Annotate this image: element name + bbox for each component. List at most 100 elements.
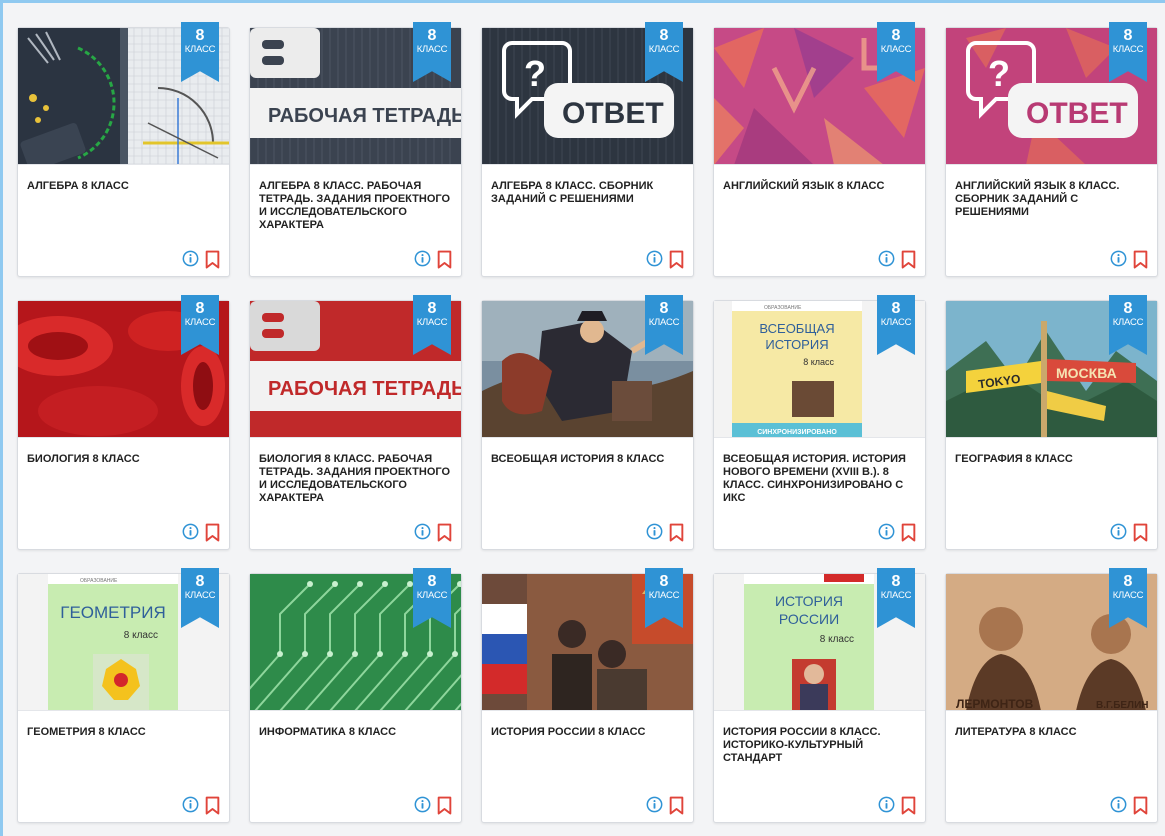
course-title[interactable]: АЛГЕБРА 8 КЛАСС. СБОРНИК ЗАДАНИЙ С РЕШЕН… xyxy=(491,180,687,206)
cover-text: ЛЕРМОНТОВ xyxy=(956,697,1034,711)
card-actions xyxy=(646,250,685,269)
grade-badge-number: 8 xyxy=(195,27,205,44)
cover-text: ОТВЕТ xyxy=(1026,97,1128,130)
course-grid: 8 КЛАСС АЛГЕБРА 8 КЛАСС РАБОЧАЯ ТЕТРАДЬ 8К… xyxy=(17,22,1158,823)
grade-badge-label: КЛАСС xyxy=(648,317,680,328)
bookmark-icon[interactable] xyxy=(1132,523,1149,542)
bookmark-icon[interactable] xyxy=(900,796,917,815)
course-card[interactable]: 8 КЛАСС ВСЕОБЩАЯ ИСТОРИЯ 8 КЛАСС xyxy=(481,295,694,550)
bookmark-icon[interactable] xyxy=(204,250,221,269)
grade-badge-label: КЛАСС xyxy=(1112,590,1144,601)
course-card[interactable]: 8 КЛАСС БИОЛОГИЯ 8 КЛАСС xyxy=(17,295,230,550)
bookmark-icon[interactable] xyxy=(668,250,685,269)
info-icon[interactable] xyxy=(646,796,663,814)
grade-badge-number: 8 xyxy=(891,300,901,317)
info-icon[interactable] xyxy=(182,523,199,541)
svg-text:МОСКВА: МОСКВА xyxy=(1056,365,1117,381)
info-icon[interactable] xyxy=(414,250,431,268)
card-actions xyxy=(1110,796,1149,815)
course-title[interactable]: АНГЛИЙСКИЙ ЯЗЫК 8 КЛАСС. СБОРНИК ЗАДАНИЙ… xyxy=(955,180,1151,219)
course-card[interactable]: ИСТОРИЯ РОССИИ 8 класс 8 КЛАСС ИСТОРИЯ РОС… xyxy=(713,568,926,823)
course-card[interactable]: РАБОЧАЯ ТЕТРАДЬ 8 КЛАСС АЛГЕБРА 8 КЛАСС. Р… xyxy=(249,22,462,277)
bookmark-icon[interactable] xyxy=(436,523,453,542)
info-icon[interactable] xyxy=(878,523,895,541)
grade-badge-number: 8 xyxy=(195,573,205,590)
card-actions xyxy=(414,250,453,269)
bookmark-icon[interactable] xyxy=(1132,250,1149,269)
grade-badge-number: 8 xyxy=(1123,27,1133,44)
course-title[interactable]: ВСЕОБЩАЯ ИСТОРИЯ 8 КЛАСС xyxy=(491,453,687,466)
course-title[interactable]: БИОЛОГИЯ 8 КЛАСС. РАБОЧАЯ ТЕТРАДЬ. ЗАДАН… xyxy=(259,453,455,505)
course-card[interactable]: 8 КЛАСС АЛГЕБРА 8 КЛАСС xyxy=(17,22,230,277)
info-icon[interactable] xyxy=(646,250,663,268)
cover-text: ИСТОРИЯ xyxy=(775,593,843,609)
cover-text: ОТВЕТ xyxy=(562,97,664,130)
svg-text:СИНХРОНИЗИРОВАНО: СИНХРОНИЗИРОВАНО xyxy=(757,429,837,436)
grade-badge-number: 8 xyxy=(659,573,669,590)
course-title[interactable]: ИСТОРИЯ РОССИИ 8 КЛАСС xyxy=(491,726,687,739)
svg-text:8 класс: 8 класс xyxy=(803,357,834,367)
course-title[interactable]: ИНФОРМАТИКА 8 КЛАСС xyxy=(259,726,455,739)
bookmark-icon[interactable] xyxy=(900,250,917,269)
grade-badge-label: КЛАСС xyxy=(184,317,216,328)
course-card[interactable]: ЛЕРМОНТОВ В.Г.БЕЛИН 8 КЛАСС ЛИТЕРАТУРА 8 К… xyxy=(945,568,1158,823)
grade-badge-label: КЛАСС xyxy=(880,590,912,601)
info-icon[interactable] xyxy=(1110,250,1127,268)
card-actions xyxy=(414,796,453,815)
info-icon[interactable] xyxy=(646,523,663,541)
course-title[interactable]: ГЕОГРАФИЯ 8 КЛАСС xyxy=(955,453,1151,466)
info-icon[interactable] xyxy=(182,796,199,814)
cover-text: РАБОЧАЯ ТЕТРАДЬ xyxy=(268,378,461,400)
card-actions xyxy=(646,796,685,815)
course-title[interactable]: ГЕОМЕТРИЯ 8 КЛАСС xyxy=(27,726,223,739)
course-card[interactable]: ? ОТВЕТ 8 КЛАСС АНГЛИЙСКИЙ ЯЗЫК 8 КЛАСС. С… xyxy=(945,22,1158,277)
grade-badge-number: 8 xyxy=(1123,573,1133,590)
course-title[interactable]: ЛИТЕРАТУРА 8 КЛАСС xyxy=(955,726,1151,739)
bookmark-icon[interactable] xyxy=(668,523,685,542)
course-title[interactable]: АЛГЕБРА 8 КЛАСС. РАБОЧАЯ ТЕТРАДЬ. ЗАДАНИ… xyxy=(259,180,455,232)
bookmark-icon[interactable] xyxy=(436,250,453,269)
grade-badge-number: 8 xyxy=(891,573,901,590)
course-title[interactable]: ВСЕОБЩАЯ ИСТОРИЯ. ИСТОРИЯ НОВОГО ВРЕМЕНИ… xyxy=(723,453,919,505)
course-card[interactable]: 8 КЛАСС ИНФОРМАТИКА 8 КЛАСС xyxy=(249,568,462,823)
course-card[interactable]: 8 КЛАСС АНГЛИЙСКИЙ ЯЗЫК 8 КЛАСС xyxy=(713,22,926,277)
bookmark-icon[interactable] xyxy=(204,796,221,815)
course-card[interactable]: ? ОТВЕТ 8 КЛАСС АЛГЕБРА 8 КЛАСС. СБОРНИК З… xyxy=(481,22,694,277)
card-actions xyxy=(1110,523,1149,542)
card-actions xyxy=(1110,250,1149,269)
grade-badge-number: 8 xyxy=(891,27,901,44)
bookmark-icon[interactable] xyxy=(436,796,453,815)
course-card[interactable]: ОБРАЗОВАНИЕ ВСЕОБЩАЯ ИСТОРИЯ 8 класс СИН… xyxy=(713,295,926,550)
grade-badge-number: 8 xyxy=(427,27,437,44)
grade-badge-label: КЛАСС xyxy=(648,44,680,55)
card-actions xyxy=(878,250,917,269)
info-icon[interactable] xyxy=(414,523,431,541)
info-icon[interactable] xyxy=(414,796,431,814)
bookmark-icon[interactable] xyxy=(668,796,685,815)
card-actions xyxy=(182,523,221,542)
grade-badge-label: КЛАСС xyxy=(1112,44,1144,55)
grade-badge-number: 8 xyxy=(195,300,205,317)
card-actions xyxy=(182,796,221,815)
course-title[interactable]: БИОЛОГИЯ 8 КЛАСС xyxy=(27,453,223,466)
course-card[interactable]: TOKYO МОСКВА 8 КЛАСС ГЕОГРАФИЯ 8 КЛАСС xyxy=(945,295,1158,550)
course-title[interactable]: АНГЛИЙСКИЙ ЯЗЫК 8 КЛАСС xyxy=(723,180,919,193)
course-card[interactable]: 8 КЛАСС ИСТОРИЯ РОССИИ 8 КЛАСС xyxy=(481,568,694,823)
course-title[interactable]: АЛГЕБРА 8 КЛАСС xyxy=(27,180,223,193)
info-icon[interactable] xyxy=(878,250,895,268)
bookmark-icon[interactable] xyxy=(900,523,917,542)
info-icon[interactable] xyxy=(878,796,895,814)
course-title[interactable]: ИСТОРИЯ РОССИИ 8 КЛАСС. ИСТОРИКО-КУЛЬТУР… xyxy=(723,726,919,765)
info-icon[interactable] xyxy=(182,250,199,268)
bookmark-icon[interactable] xyxy=(1132,796,1149,815)
course-card[interactable]: РАБОЧАЯ ТЕТРАДЬ 8 КЛАСС БИОЛОГИЯ 8 КЛАСС. … xyxy=(249,295,462,550)
grade-badge-label: КЛАСС xyxy=(184,44,216,55)
grade-badge-number: 8 xyxy=(427,573,437,590)
info-icon[interactable] xyxy=(1110,523,1127,541)
grade-badge-number: 8 xyxy=(1123,300,1133,317)
grade-badge-label: КЛАСС xyxy=(1112,317,1144,328)
bookmark-icon[interactable] xyxy=(204,523,221,542)
cover-text: ВСЕОБЩАЯ xyxy=(759,321,834,336)
course-card[interactable]: ОБРАЗОВАНИЕ ГЕОМЕТРИЯ 8 класс 8 КЛАСС ГЕОМ… xyxy=(17,568,230,823)
info-icon[interactable] xyxy=(1110,796,1127,814)
